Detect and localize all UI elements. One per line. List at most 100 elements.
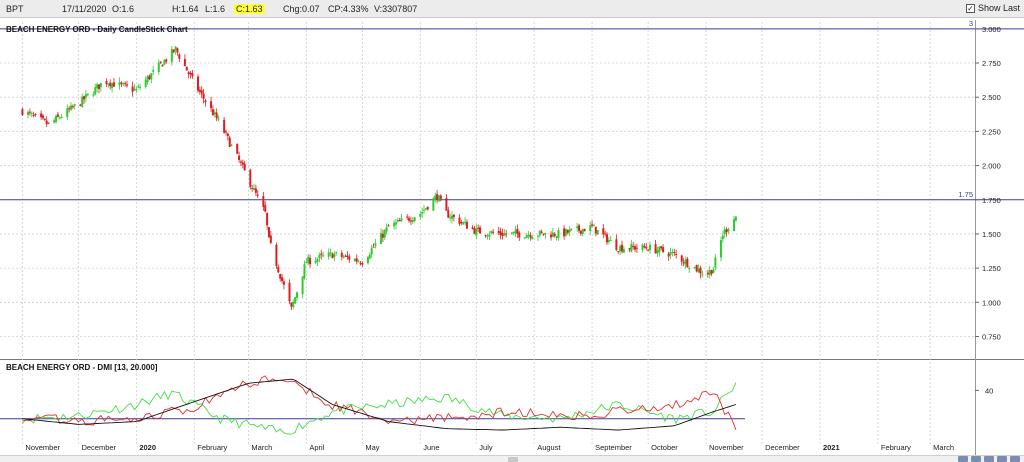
candle-body (124, 83, 127, 85)
candle-body (422, 209, 425, 211)
x-tick-label: November (25, 443, 60, 452)
candle-body (484, 235, 487, 237)
candle-body (32, 114, 35, 116)
candle-body (602, 228, 605, 235)
candle-body (647, 249, 650, 251)
x-tick-label: February (197, 443, 227, 452)
candle-body (656, 250, 659, 254)
candle-body (241, 162, 244, 165)
candle-body (413, 217, 416, 221)
candle-body (316, 258, 319, 262)
candle-body (249, 169, 252, 187)
candle-body (40, 113, 43, 118)
candle-body (381, 233, 384, 238)
candle-body (581, 229, 584, 234)
candle-body (131, 86, 134, 92)
y-tick-label: 1.000 (982, 298, 1001, 307)
candle-body (236, 144, 239, 154)
candle-body (96, 84, 99, 89)
candle-body (628, 248, 631, 250)
candle-body (238, 155, 241, 160)
scroll-right-icon[interactable] (997, 456, 1007, 462)
horizontal-scrollbar[interactable] (0, 455, 1024, 462)
candle-body (523, 237, 526, 239)
candle-body (68, 108, 71, 110)
candle-body (60, 116, 63, 118)
candle-body (135, 89, 138, 91)
candle-body (92, 94, 95, 96)
candle-body (682, 262, 685, 264)
candle-body (437, 195, 440, 202)
candle-body (126, 84, 129, 86)
candle-body (445, 197, 448, 211)
candle-body (329, 252, 332, 254)
candle-body (473, 228, 476, 234)
candle-body (447, 210, 450, 218)
candle-body (86, 93, 89, 96)
candle-body (254, 188, 257, 193)
candle-body (492, 231, 495, 233)
candle-body (398, 219, 401, 222)
candle-body (120, 82, 123, 84)
y-tick-label: 2.250 (982, 127, 1001, 136)
candle-body (176, 48, 179, 53)
candle-body (591, 224, 594, 226)
candle-body (55, 116, 58, 123)
candle-body (594, 226, 597, 234)
candle-body (671, 252, 674, 254)
candle-body (269, 235, 272, 243)
zoom-in-icon[interactable] (971, 456, 981, 462)
candle-body (607, 240, 610, 242)
candle-body (604, 233, 607, 235)
zoom-out-icon[interactable] (958, 456, 968, 462)
candle-body (200, 90, 203, 94)
candle-body (635, 247, 638, 249)
scroll-left-icon[interactable] (984, 456, 994, 462)
candle-body (499, 231, 502, 235)
candle-body (434, 195, 437, 200)
candle-body (723, 229, 726, 235)
candle-body (230, 144, 233, 146)
candle-body (161, 64, 164, 67)
x-tick-label: December (81, 443, 116, 452)
candle-body (432, 198, 435, 211)
reset-view-icon[interactable] (1010, 456, 1020, 462)
candle-body (275, 244, 278, 267)
candle-body (673, 251, 676, 253)
candle-body (81, 96, 84, 107)
dmi-y-tick-label: 40 (985, 386, 993, 395)
x-tick-label: March (251, 443, 272, 452)
candle-body (355, 258, 358, 262)
candle-body (424, 208, 427, 210)
candle-body (327, 252, 330, 257)
candle-body (294, 297, 297, 304)
candle-body (550, 234, 553, 238)
candle-body (419, 213, 422, 217)
candle-body (490, 231, 493, 234)
candle-body (449, 217, 452, 219)
candle-body (47, 122, 50, 124)
scrollbar-thumb[interactable] (508, 457, 518, 462)
candle-body (353, 258, 356, 262)
candle-body (107, 83, 110, 86)
candle-body (686, 258, 689, 267)
candle-body (267, 227, 270, 238)
candle-body (28, 111, 31, 113)
candle-body (421, 212, 424, 214)
candle-body (191, 73, 194, 77)
candle-body (667, 253, 670, 257)
x-tick-label: June (423, 443, 439, 452)
candle-body (699, 267, 702, 274)
candle-body (71, 106, 74, 108)
horizontal-lines: 31.75 (0, 19, 1024, 420)
candle-body (643, 246, 646, 248)
candle-body (21, 109, 24, 115)
candle-body (589, 225, 592, 232)
candle-body (256, 194, 259, 196)
candle-body (706, 272, 709, 275)
candle-body (251, 187, 254, 189)
candle-body (380, 233, 383, 245)
x-tick-label: August (537, 443, 561, 452)
candle-body (210, 101, 213, 109)
candle-body (198, 89, 201, 92)
